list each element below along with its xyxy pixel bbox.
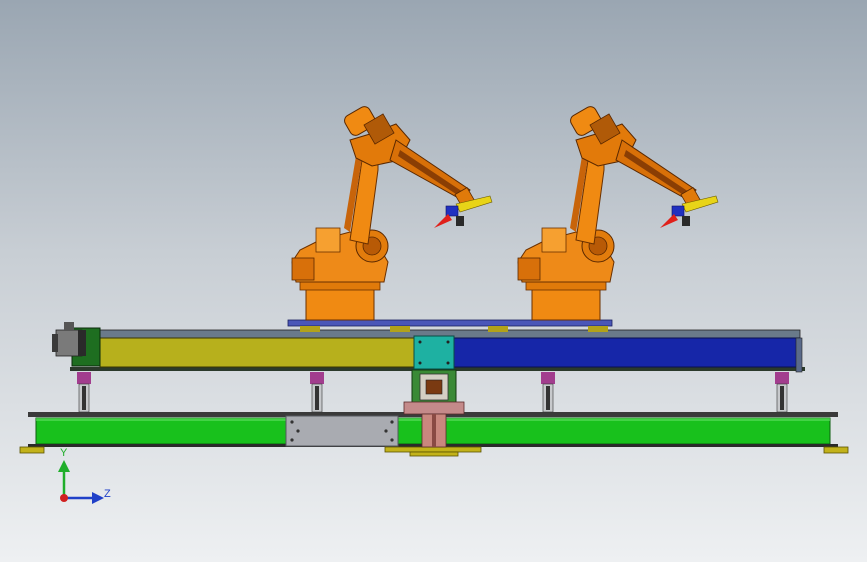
axis-y-label: Y <box>60 447 68 459</box>
axis-z-label: Z <box>104 488 111 500</box>
servo-motor <box>52 322 101 367</box>
coordinate-triad: Y Z <box>58 447 111 504</box>
cad-viewport[interactable]: Y Z <box>0 0 867 562</box>
linear-rail <box>70 329 805 373</box>
robot-right[interactable] <box>517 103 719 321</box>
robot-left[interactable] <box>291 103 493 321</box>
base-plate <box>285 415 399 447</box>
